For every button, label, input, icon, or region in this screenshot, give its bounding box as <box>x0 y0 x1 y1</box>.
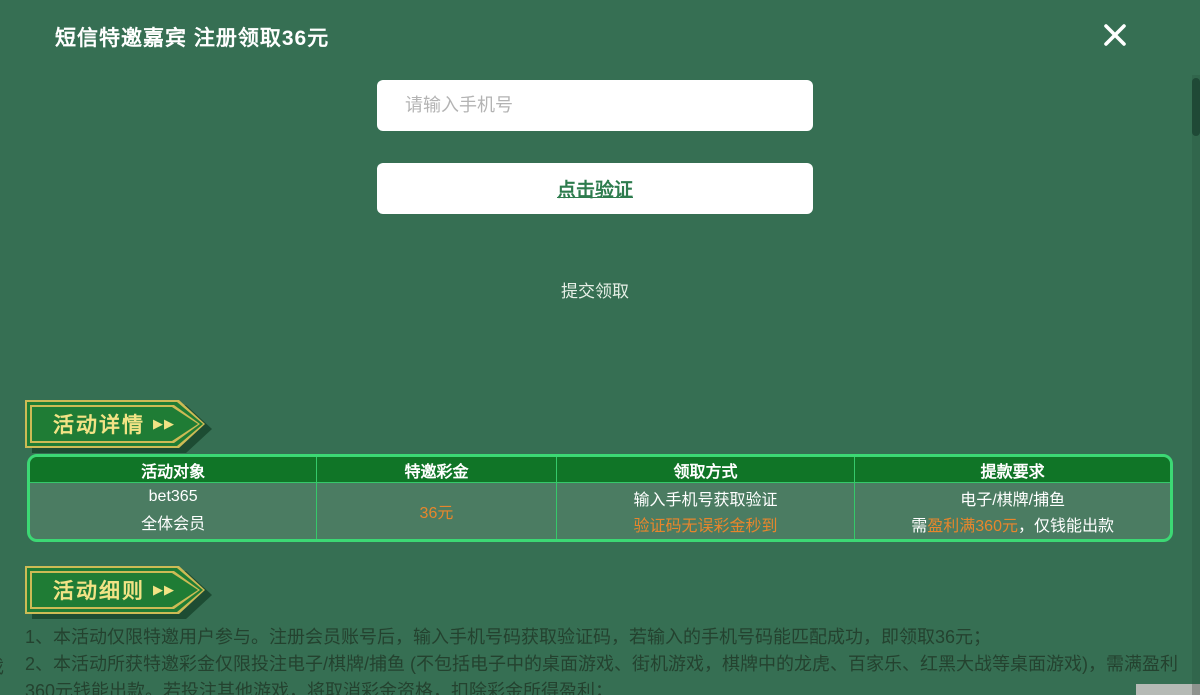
cell-bonus: 36元 <box>317 483 556 539</box>
cell-target: bet365 全体会员 <box>30 483 317 539</box>
rule-item-2: 2、本活动所获特邀彩金仅限投注电子/棋牌/捕鱼 (不包括电子中的桌面游戏、街机游… <box>25 651 1187 695</box>
activity-details-label: 活动详情 ▶▶ <box>25 400 205 448</box>
clipped-glyph: 戏 <box>0 653 4 679</box>
double-arrow-icon: ▶▶ <box>153 582 175 598</box>
col-header-claim: 领取方式 <box>557 457 856 482</box>
rule-item-1: 1、本活动仅限特邀用户参与。注册会员账号后，输入手机号码获取验证码，若输入的手机… <box>25 624 1187 651</box>
col-header-target: 活动对象 <box>30 457 317 482</box>
close-button[interactable] <box>1098 20 1132 54</box>
cell-withdraw: 电子/棋牌/捕鱼 需盈利满360元，仅钱能出款 <box>855 483 1170 539</box>
clipped-glyph: 。 <box>0 679 4 695</box>
col-header-bonus: 特邀彩金 <box>317 457 556 482</box>
vertical-scrollbar-thumb[interactable] <box>1192 78 1200 136</box>
promo-dialog: 短信特邀嘉宾 注册领取36元 点击验证 提交领取 活动详情 ▶▶ 活动对象 特邀… <box>0 0 1200 695</box>
page-title: 短信特邀嘉宾 注册领取36元 <box>55 22 329 52</box>
close-icon <box>1101 21 1129 54</box>
promo-table-row: bet365 全体会员 36元 输入手机号获取验证 验证码无误彩金秒到 电子/棋… <box>30 483 1170 539</box>
scrollbar-corner <box>1192 684 1200 695</box>
promo-table: 活动对象 特邀彩金 领取方式 提款要求 bet365 全体会员 36元 输入手机… <box>27 454 1173 542</box>
activity-rules-label: 活动细则 ▶▶ <box>25 566 205 614</box>
verify-button[interactable]: 点击验证 <box>377 163 813 214</box>
phone-input[interactable] <box>377 80 813 131</box>
cell-claim: 输入手机号获取验证 验证码无误彩金秒到 <box>557 483 856 539</box>
activity-rules-badge: 活动细则 ▶▶ <box>25 566 205 614</box>
horizontal-scrollbar-thumb[interactable] <box>1136 684 1192 695</box>
promo-table-header: 活动对象 特邀彩金 领取方式 提款要求 <box>30 457 1170 483</box>
vertical-scrollbar-track[interactable] <box>1192 75 1200 695</box>
submit-claim-button[interactable]: 提交领取 <box>377 277 813 302</box>
activity-details-badge: 活动详情 ▶▶ <box>25 400 205 448</box>
double-arrow-icon: ▶▶ <box>153 416 175 432</box>
rules-text: 1、本活动仅限特邀用户参与。注册会员账号后，输入手机号码获取验证码，若输入的手机… <box>25 624 1187 695</box>
col-header-withdraw: 提款要求 <box>855 457 1170 482</box>
